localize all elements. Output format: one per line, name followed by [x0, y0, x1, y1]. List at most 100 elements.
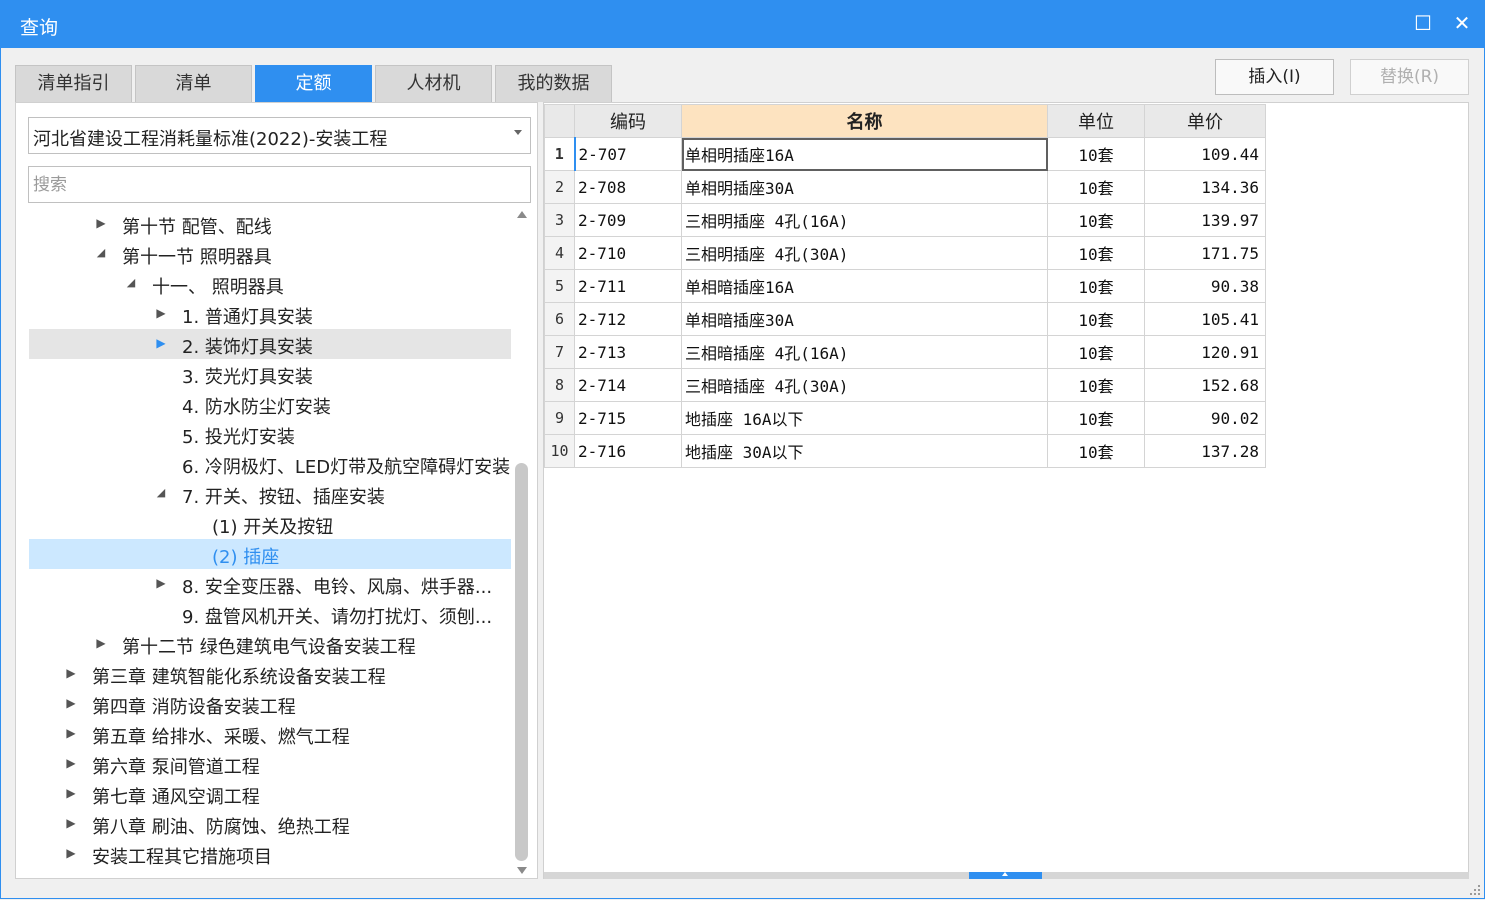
price-cell[interactable]: 90.02	[1144, 401, 1266, 435]
price-cell[interactable]: 109.44	[1144, 137, 1266, 171]
tab-labor-material-machine[interactable]: 人材机	[375, 65, 492, 102]
tree-item[interactable]: ◢ 十一、 照明器具	[29, 269, 511, 299]
code-cell[interactable]: 2-714	[574, 368, 682, 402]
tree-item[interactable]: ▶ 第三章 建筑智能化系统设备安装工程	[29, 659, 511, 689]
unit-cell[interactable]: 10套	[1047, 203, 1145, 237]
name-cell[interactable]: 三相明插座 4孔(30A)	[681, 236, 1048, 270]
price-cell[interactable]: 139.97	[1144, 203, 1266, 237]
unit-cell[interactable]: 10套	[1047, 401, 1145, 435]
table-row[interactable]: 3 2-709 三相明插座 4孔(16A) 10套 139.97	[544, 203, 1266, 237]
name-cell[interactable]: 三相暗插座 4孔(30A)	[681, 368, 1048, 402]
collapse-arrow-icon[interactable]: ◢	[154, 483, 168, 503]
name-cell[interactable]: 地插座 16A以下	[681, 401, 1048, 435]
panel-splitter[interactable]	[544, 872, 1469, 879]
unit-cell[interactable]: 10套	[1047, 236, 1145, 270]
header-code[interactable]: 编码	[574, 104, 682, 138]
tree-item[interactable]: 6. 冷阴极灯、LED灯带及航空障碍灯安装	[29, 449, 511, 479]
name-cell[interactable]: 单相暗插座16A	[681, 269, 1048, 303]
expand-arrow-icon[interactable]: ▶	[64, 843, 78, 863]
price-cell[interactable]: 137.28	[1144, 434, 1266, 468]
tree-item[interactable]: ▶ 1. 普通灯具安装	[29, 299, 511, 329]
insert-button[interactable]: 插入(I)	[1215, 59, 1334, 95]
price-cell[interactable]: 171.75	[1144, 236, 1266, 270]
tree-item[interactable]: 4. 防水防尘灯安装	[29, 389, 511, 419]
name-cell[interactable]: 三相暗插座 4孔(16A)	[681, 335, 1048, 369]
tree-item[interactable]: ◢ 第十一节 照明器具	[29, 239, 511, 269]
unit-cell[interactable]: 10套	[1047, 335, 1145, 369]
expand-arrow-icon[interactable]: ▶	[94, 213, 108, 233]
name-cell[interactable]: 单相暗插座30A	[681, 302, 1048, 336]
tree-item[interactable]: (1) 开关及按钮	[29, 509, 511, 539]
tree-item[interactable]: (2) 插座	[29, 539, 511, 569]
price-cell[interactable]: 152.68	[1144, 368, 1266, 402]
tab-my-data[interactable]: 我的数据	[495, 65, 612, 102]
tree-item[interactable]: ▶ 第十二节 绿色建筑电气设备安装工程	[29, 629, 511, 659]
tree-item[interactable]: 5. 投光灯安装	[29, 419, 511, 449]
code-cell[interactable]: 2-715	[574, 401, 682, 435]
table-row[interactable]: 5 2-711 单相暗插座16A 10套 90.38	[544, 269, 1266, 303]
table-row[interactable]: 2 2-708 单相明插座30A 10套 134.36	[544, 170, 1266, 204]
price-cell[interactable]: 120.91	[1144, 335, 1266, 369]
expand-arrow-icon[interactable]: ▶	[64, 693, 78, 713]
code-cell[interactable]: 2-711	[574, 269, 682, 303]
tree-item[interactable]: ◢ 7. 开关、按钮、插座安装	[29, 479, 511, 509]
search-input[interactable]	[28, 166, 531, 203]
name-cell[interactable]: 三相明插座 4孔(16A)	[681, 203, 1048, 237]
header-unit[interactable]: 单位	[1047, 104, 1145, 138]
tree-scrollbar[interactable]	[512, 207, 531, 878]
table-row[interactable]: 6 2-712 单相暗插座30A 10套 105.41	[544, 302, 1266, 336]
scrollbar-thumb[interactable]	[515, 463, 528, 861]
expand-arrow-icon[interactable]: ▶	[154, 573, 168, 593]
unit-cell[interactable]: 10套	[1047, 434, 1145, 468]
expand-arrow-icon[interactable]: ▶	[64, 813, 78, 833]
unit-cell[interactable]: 10套	[1047, 170, 1145, 204]
price-cell[interactable]: 134.36	[1144, 170, 1266, 204]
expand-arrow-icon[interactable]: ▶	[64, 723, 78, 743]
tree-item[interactable]: 3. 荧光灯具安装	[29, 359, 511, 389]
code-cell[interactable]: 2-712	[574, 302, 682, 336]
name-cell[interactable]: 地插座 30A以下	[681, 434, 1048, 468]
expand-arrow-icon[interactable]: ▶	[64, 663, 78, 683]
tree-item[interactable]: ▶ 第四章 消防设备安装工程	[29, 689, 511, 719]
unit-cell[interactable]: 10套	[1047, 269, 1145, 303]
collapse-arrow-icon[interactable]: ◢	[94, 243, 108, 263]
code-cell[interactable]: 2-713	[574, 335, 682, 369]
header-name[interactable]: 名称	[681, 104, 1048, 138]
tree-item[interactable]: 9. 盘管风机开关、请勿打扰灯、须刨...	[29, 599, 511, 629]
tab-bill-guide[interactable]: 清单指引	[15, 65, 132, 102]
scroll-down-icon[interactable]	[517, 867, 527, 874]
tree-item[interactable]: ▶ 2. 装饰灯具安装	[29, 329, 511, 359]
table-row[interactable]: 7 2-713 三相暗插座 4孔(16A) 10套 120.91	[544, 335, 1266, 369]
expand-arrow-icon[interactable]: ▶	[64, 753, 78, 773]
tree-item[interactable]: ▶ 第五章 给排水、采暖、燃气工程	[29, 719, 511, 749]
code-cell[interactable]: 2-707	[573, 137, 682, 171]
tree-item[interactable]: ▶ 第八章 刷油、防腐蚀、绝热工程	[29, 809, 511, 839]
code-cell[interactable]: 2-710	[574, 236, 682, 270]
expand-arrow-icon[interactable]: ▶	[94, 633, 108, 653]
resize-grip-icon[interactable]	[1469, 884, 1481, 896]
table-row[interactable]: 9 2-715 地插座 16A以下 10套 90.02	[544, 401, 1266, 435]
tab-bill[interactable]: 清单	[135, 65, 252, 102]
expand-arrow-icon[interactable]: ▶	[64, 783, 78, 803]
header-price[interactable]: 单价	[1144, 104, 1266, 138]
unit-cell[interactable]: 10套	[1047, 368, 1145, 402]
name-cell[interactable]: 单相明插座30A	[681, 170, 1048, 204]
code-cell[interactable]: 2-709	[574, 203, 682, 237]
close-icon[interactable]: ✕	[1447, 8, 1477, 38]
unit-cell[interactable]: 10套	[1047, 302, 1145, 336]
price-cell[interactable]: 105.41	[1144, 302, 1266, 336]
expand-arrow-icon[interactable]: ▶	[154, 303, 168, 323]
library-select[interactable]: 河北省建设工程消耗量标准(2022)-安装工程	[28, 117, 531, 154]
code-cell[interactable]: 2-708	[574, 170, 682, 204]
collapse-arrow-icon[interactable]: ◢	[124, 273, 138, 293]
table-row[interactable]: 4 2-710 三相明插座 4孔(30A) 10套 171.75	[544, 236, 1266, 270]
maximize-icon[interactable]: ☐	[1408, 8, 1438, 38]
tab-quota[interactable]: 定额	[255, 65, 372, 102]
table-row[interactable]: 8 2-714 三相暗插座 4孔(30A) 10套 152.68	[544, 368, 1266, 402]
price-cell[interactable]: 90.38	[1144, 269, 1266, 303]
scroll-up-icon[interactable]	[517, 211, 527, 218]
replace-button[interactable]: 替换(R)	[1350, 59, 1469, 95]
tree-item[interactable]: ▶ 8. 安全变压器、电铃、风扇、烘手器...	[29, 569, 511, 599]
code-cell[interactable]: 2-716	[574, 434, 682, 468]
tree-item[interactable]: ▶ 第七章 通风空调工程	[29, 779, 511, 809]
